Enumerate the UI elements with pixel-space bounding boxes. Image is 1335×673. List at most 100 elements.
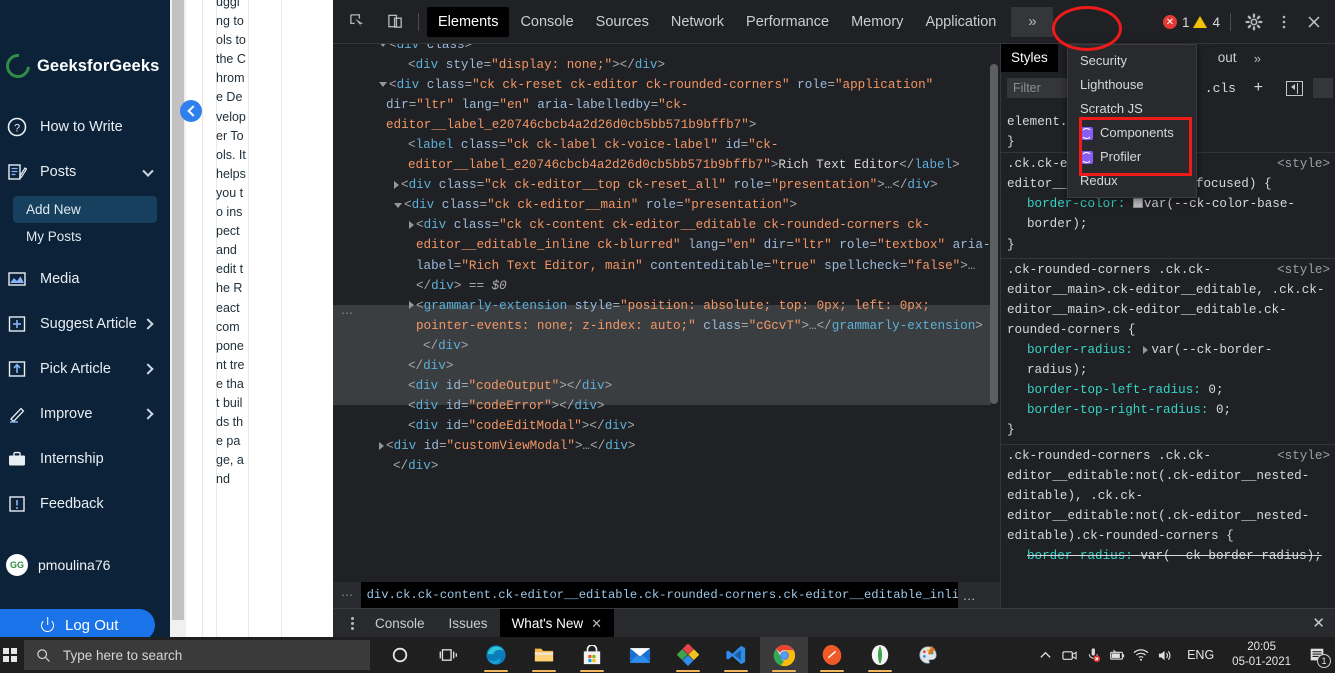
css-selector[interactable]: .ck-rounded-corners .ck.ck-editor__edita… — [1007, 449, 1309, 543]
language-indicator[interactable]: ENG — [1177, 648, 1224, 662]
expand-triangle-icon[interactable] — [1143, 346, 1148, 354]
expand-triangle-icon[interactable] — [409, 221, 414, 229]
drawer-tab-whats-new[interactable]: What's New ✕ — [500, 609, 615, 638]
volume-icon[interactable] — [1153, 637, 1177, 673]
css-origin[interactable]: <style> — [1277, 446, 1330, 466]
expand-triangle-icon[interactable] — [379, 442, 384, 450]
dom-node-line[interactable]: <div id="codeOutput"></div> — [341, 376, 993, 396]
expand-triangle-icon[interactable] — [409, 301, 414, 309]
breadcrumb-selected-node[interactable]: div.ck.ck-content.ck-editor__editable.ck… — [361, 582, 958, 608]
tab-styles[interactable]: Styles — [1001, 44, 1058, 72]
menu-item-security[interactable]: Security — [1068, 49, 1196, 73]
menu-item-profiler[interactable]: Profiler — [1068, 145, 1196, 169]
sidebar-item-improve[interactable]: Improve — [0, 391, 170, 436]
breadcrumb-overflow-icon[interactable]: ⋯ — [333, 588, 361, 602]
tab-console[interactable]: Console — [509, 7, 584, 37]
microsoft-store-icon[interactable] — [568, 637, 616, 673]
inspect-element-icon[interactable] — [343, 8, 371, 36]
sidebar-item-add-new[interactable]: Add New — [13, 196, 157, 223]
more-tabs-button[interactable]: » — [1011, 7, 1053, 37]
css-origin[interactable]: <style> — [1277, 154, 1330, 174]
battery-icon[interactable] — [1105, 637, 1129, 673]
taskbar-search-input[interactable]: Type here to search — [24, 640, 370, 670]
tab-performance[interactable]: Performance — [735, 7, 840, 37]
start-button[interactable] — [0, 637, 20, 673]
sidebar-item-media[interactable]: Media — [0, 256, 170, 301]
toggle-element-state-icon[interactable] — [1286, 81, 1303, 96]
paint-icon[interactable] — [904, 637, 952, 673]
close-icon[interactable] — [1301, 9, 1327, 35]
logout-button[interactable]: Log Out — [0, 609, 155, 637]
styles-more-tabs-icon[interactable]: » — [1254, 51, 1261, 66]
color-swatch[interactable] — [1133, 198, 1143, 208]
dom-scrollbar-thumb[interactable] — [990, 64, 998, 404]
menu-item-lighthouse[interactable]: Lighthouse — [1068, 73, 1196, 97]
clock[interactable]: 20:05 05-01-2021 — [1224, 640, 1299, 670]
tab-application[interactable]: Application — [914, 7, 1007, 37]
sidebar-item-posts[interactable]: Posts — [0, 149, 170, 194]
sidebar-item-my-posts[interactable]: My Posts — [13, 223, 157, 250]
expand-triangle-icon[interactable] — [394, 181, 399, 189]
menu-item-scratch-js[interactable]: Scratch JS — [1068, 97, 1196, 121]
page-scrollbar-thumb[interactable] — [172, 0, 184, 620]
collapse-triangle-icon[interactable] — [394, 203, 402, 208]
css-origin[interactable]: <style> — [1277, 260, 1330, 280]
chrome-icon[interactable] — [760, 637, 808, 673]
dom-node-line[interactable]: </div> — [341, 356, 993, 376]
sidebar-item-suggest-article[interactable]: Suggest Article — [0, 301, 170, 346]
drawer-tab-issues[interactable]: Issues — [437, 609, 500, 638]
dom-node-line[interactable]: <div id="codeError"></div> — [341, 396, 993, 416]
tab-network[interactable]: Network — [660, 7, 735, 37]
dom-node-line[interactable]: <div class="ck ck-reset ck-editor ck-rou… — [341, 75, 993, 135]
dom-node-line[interactable]: </div> — [341, 456, 993, 476]
sidebar-item-pick-article[interactable]: Pick Article — [0, 346, 170, 391]
file-explorer-icon[interactable] — [520, 637, 568, 673]
error-count-badge[interactable]: ✕ 1 — [1163, 15, 1190, 30]
photos-icon[interactable] — [664, 637, 712, 673]
dom-node-line[interactable]: <div style="display: none;"></div> — [341, 55, 993, 75]
sidebar-item-internship[interactable]: Internship — [0, 436, 170, 481]
microphone-muted-icon[interactable] — [1081, 637, 1105, 673]
drawer-close-icon[interactable]: ✕ — [1312, 614, 1325, 632]
edge-icon[interactable] — [472, 637, 520, 673]
dom-node-line[interactable]: <div id="customViewModal">…</div> — [341, 436, 993, 456]
dom-tree-pane[interactable]: ⋯ <div class><div style="display: none;"… — [333, 44, 1000, 637]
task-view-icon[interactable] — [424, 637, 472, 673]
user-row[interactable]: GG pmoulina76 — [0, 554, 170, 576]
tab-sources[interactable]: Sources — [585, 7, 660, 37]
notifications-button[interactable]: 1 — [1299, 637, 1335, 673]
postman-icon[interactable] — [808, 637, 856, 673]
css-declaration[interactable]: border-radius: var(--ck-border-radius); — [1007, 340, 1330, 380]
css-declaration[interactable]: border-color: var(--ck-color-base-border… — [1007, 194, 1330, 234]
sidebar-collapse-button[interactable] — [180, 100, 202, 122]
css-declaration[interactable]: border-radius: var(--ck-border-radius); — [1007, 546, 1330, 566]
overflow-tabs-menu[interactable]: Security Lighthouse Scratch JS Component… — [1067, 44, 1197, 198]
menu-item-components[interactable]: Components — [1068, 121, 1196, 145]
tab-memory[interactable]: Memory — [840, 7, 914, 37]
dom-node-line[interactable]: <grammarly-extension style="position: ab… — [341, 296, 993, 336]
css-rule[interactable]: <style>.ck-rounded-corners .ck.ck-editor… — [1001, 444, 1335, 570]
collapse-triangle-icon[interactable] — [379, 82, 387, 87]
cortana-icon[interactable] — [376, 637, 424, 673]
show-hidden-icons-icon[interactable] — [1033, 637, 1057, 673]
dom-node-line[interactable]: <label class="ck ck-label ck-voice-label… — [341, 135, 993, 175]
device-toolbar-icon[interactable] — [381, 8, 409, 36]
dom-node-line[interactable]: <div id="codeEditModal"></div> — [341, 416, 993, 436]
menu-item-redux[interactable]: Redux — [1068, 169, 1196, 193]
dom-node-line[interactable]: <div class="ck ck-editor__top ck-reset_a… — [341, 175, 993, 195]
css-declaration[interactable]: border-top-left-radius: 0; — [1007, 380, 1330, 400]
drawer-tab-console[interactable]: Console — [363, 609, 437, 638]
new-style-rule-button[interactable]: + — [1254, 79, 1263, 97]
sidebar-item-how-to-write[interactable]: ? How to Write — [0, 104, 170, 149]
tab-elements[interactable]: Elements — [427, 7, 509, 37]
warning-count-badge[interactable]: 4 — [1193, 15, 1220, 30]
dom-node-line[interactable]: <div class> — [341, 44, 993, 55]
dom-node-line[interactable]: <div class="ck ck-editor__main" role="pr… — [341, 195, 993, 215]
breadcrumb-more-icon[interactable]: … — [963, 588, 977, 603]
wifi-icon[interactable] — [1129, 637, 1153, 673]
dom-node-line[interactable]: </div> — [341, 336, 993, 356]
collapse-triangle-icon[interactable] — [379, 44, 387, 47]
css-rule[interactable]: <style>.ck-rounded-corners .ck.ck-editor… — [1001, 258, 1335, 444]
sidebar-item-feedback[interactable]: Feedback — [0, 481, 170, 526]
computed-sidebar-toggle[interactable] — [1313, 78, 1333, 98]
